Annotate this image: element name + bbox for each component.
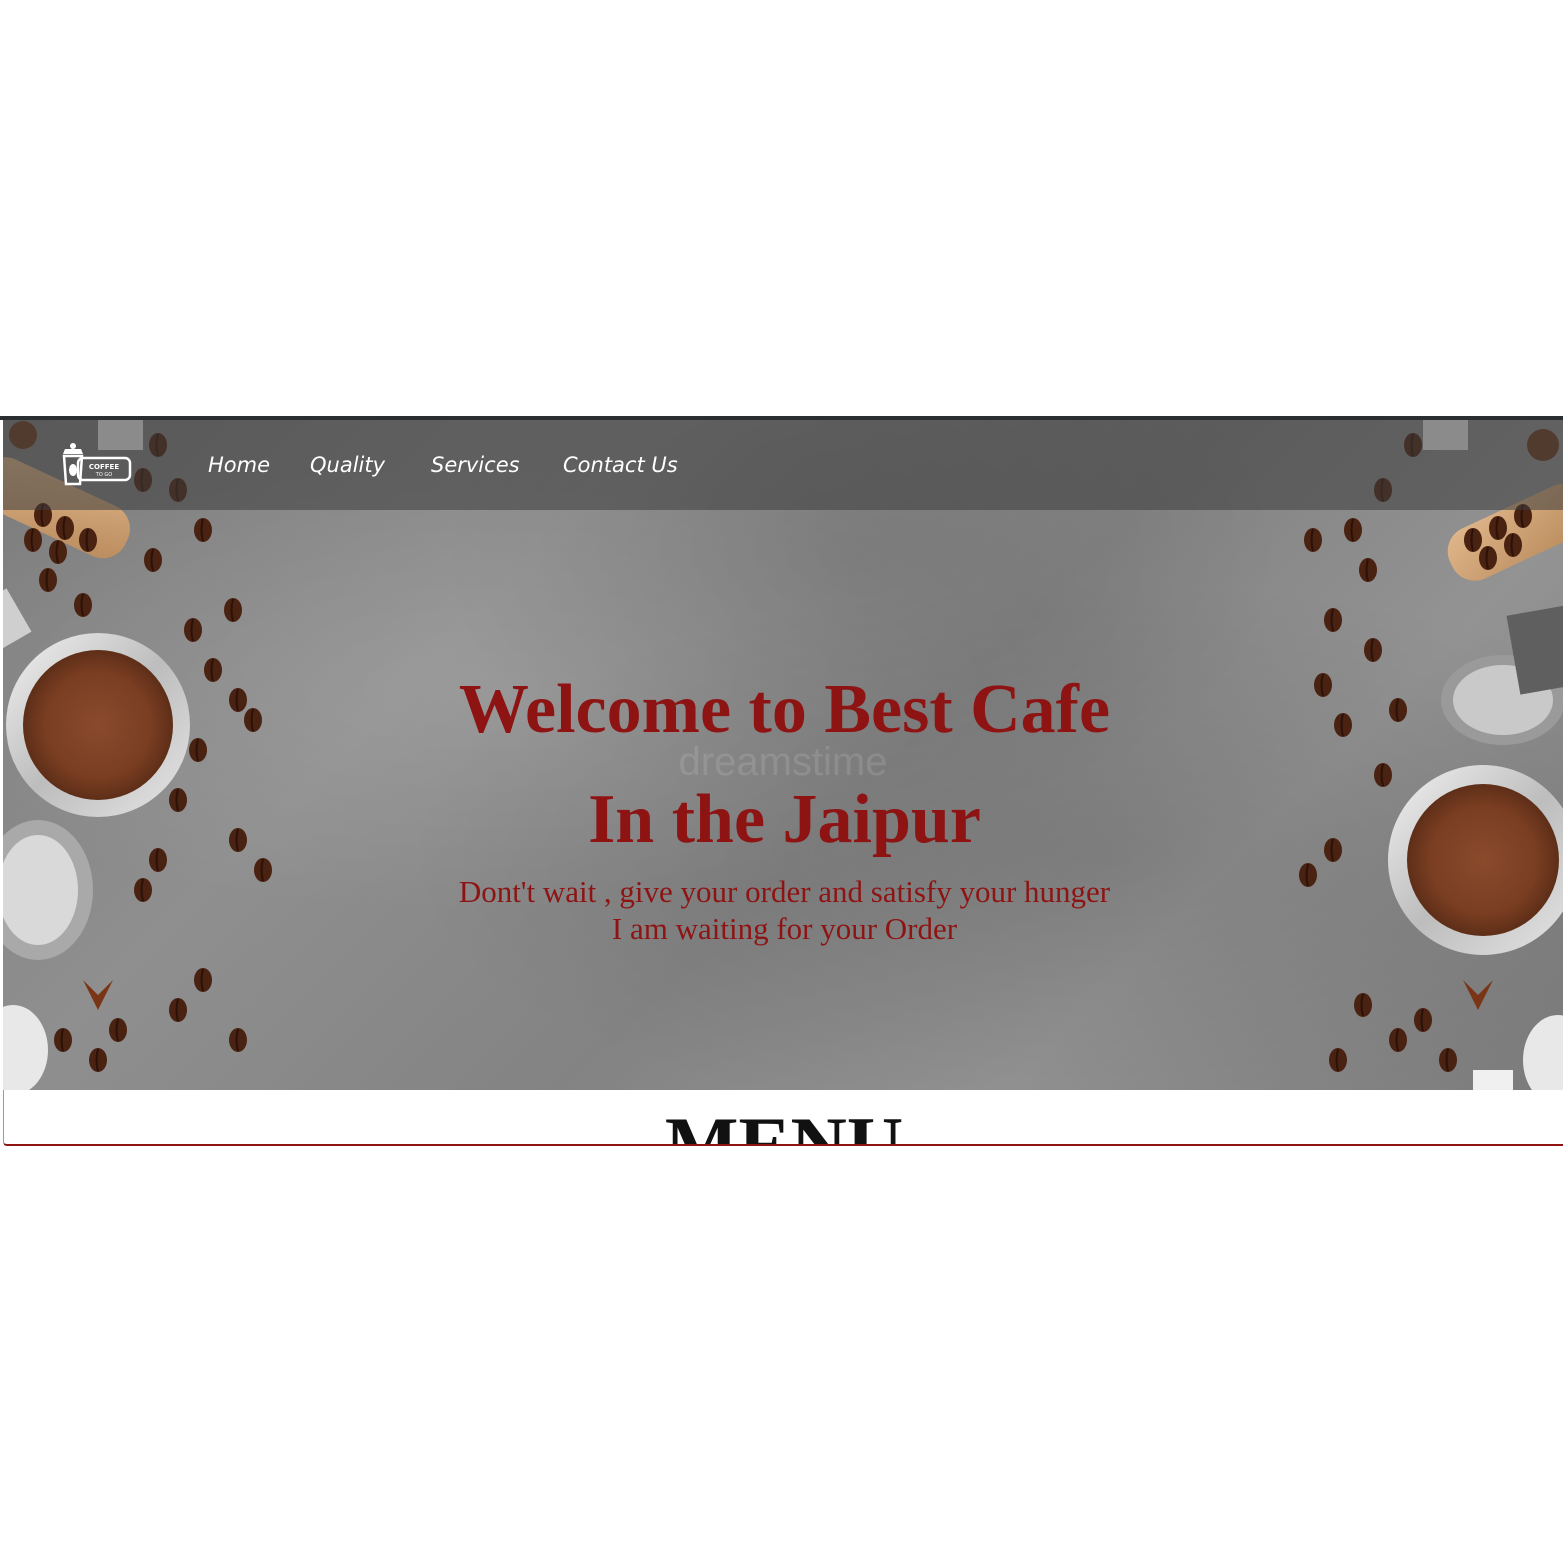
nav-link-quality[interactable]: Quality [310, 453, 385, 477]
browser-viewport: dreamstime COFFEE TO GO Home Quality Ser… [0, 416, 1563, 1148]
menu-section: MENU [3, 1090, 1563, 1146]
hero-subtitle-line-2: I am waiting for your Order [611, 911, 958, 946]
nav-link-services[interactable]: Services [431, 453, 520, 477]
coffee-beans-background-image: dreamstime [3, 420, 1563, 1090]
hero-title-line-2: In the Jaipur [588, 781, 981, 858]
hero-subtitle-line-1: Dont't wait , give your order and satisf… [458, 874, 1111, 909]
nav-link-home[interactable]: Home [208, 453, 270, 477]
coffee-to-go-logo-icon[interactable]: COFFEE TO GO [58, 442, 136, 488]
right-decoration [1298, 420, 1563, 1090]
svg-text:TO GO: TO GO [95, 472, 112, 478]
menu-heading: MENU [664, 1101, 904, 1146]
hero-section: dreamstime COFFEE TO GO Home Quality Ser… [3, 420, 1563, 1090]
navbar: COFFEE TO GO Home Quality Services Conta… [3, 420, 1563, 510]
left-decoration [3, 420, 273, 1090]
page: dreamstime COFFEE TO GO Home Quality Ser… [0, 0, 1563, 1563]
hero-title-line-1: Welcome to Best Cafe [458, 671, 1111, 748]
nav-link-contact-us[interactable]: Contact Us [563, 453, 678, 477]
svg-text:COFFEE: COFFEE [89, 463, 119, 471]
